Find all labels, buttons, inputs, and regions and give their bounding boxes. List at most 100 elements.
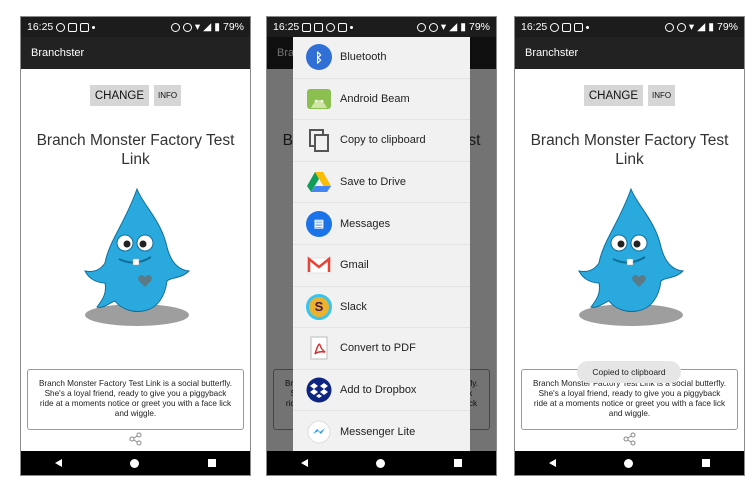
main-content: CHANGE INFO Branch Monster Factory Test … (515, 69, 744, 453)
share-target-label: Gmail (340, 259, 369, 272)
battery-percent: 79% (716, 21, 738, 33)
phone-screen-2: 16:25 ▾ ◢ ▮ 79% Branchster CHANGE INFO B… (266, 16, 497, 476)
share-target-add-to-dropbox[interactable]: Add to Dropbox (293, 370, 470, 412)
status-bar: 16:25 ▾ ◢ ▮ 79% (267, 17, 496, 37)
back-button[interactable] (301, 459, 309, 467)
phone-screen-1: 16:25 ▾ ◢ ▮ 79% Branchster CHANGE INFO B… (20, 16, 251, 476)
share-target-label: Slack (340, 300, 367, 313)
more-notifications-icon (350, 25, 354, 29)
share-target-save-to-drive[interactable]: Save to Drive (293, 162, 470, 204)
battery-percent: 79% (222, 21, 244, 33)
share-target-label: Convert to PDF (340, 342, 416, 355)
alarm-icon (416, 22, 426, 32)
dnd-icon (428, 22, 438, 32)
signal-icon: ◢ (203, 21, 212, 33)
mail-icon (314, 22, 324, 32)
back-button[interactable] (549, 459, 557, 467)
drive-icon (307, 172, 331, 193)
notification-icon (338, 22, 348, 32)
dnd-icon (676, 22, 686, 32)
status-bar: 16:25 ▾ ◢ ▮ 79% (21, 17, 250, 37)
nav-bar (267, 451, 496, 475)
status-time: 16:25 (521, 21, 548, 33)
app-title: Branchster (525, 47, 579, 59)
notification-icon (550, 22, 560, 32)
home-button[interactable] (130, 458, 140, 468)
bluetooth-icon: ᛒ (306, 44, 332, 71)
battery-icon: ▮ (214, 21, 220, 33)
home-button[interactable] (376, 458, 386, 468)
app-title: Branchster (31, 47, 85, 59)
pdf-icon (310, 336, 328, 360)
share-target-label: Bluetooth (340, 51, 387, 64)
alarm-icon (664, 22, 674, 32)
android-beam-icon (307, 88, 331, 109)
app-bar: Branchster (21, 37, 250, 69)
dnd-icon (182, 22, 192, 32)
info-button[interactable]: INFO (648, 85, 676, 106)
change-button[interactable]: CHANGE (89, 85, 150, 106)
nav-bar (21, 451, 250, 475)
monster-description: Branch Monster Factory Test Link is a so… (27, 369, 244, 430)
recents-button[interactable] (207, 459, 216, 467)
share-target-messages[interactable]: ▤ Messages (293, 203, 470, 245)
nav-bar (515, 451, 744, 475)
share-target-label: Copy to clipboard (340, 134, 426, 147)
share-target-label: Android Beam (340, 92, 410, 105)
toast-message: Copied to clipboard (577, 361, 681, 383)
share-target-gmail[interactable]: Gmail (293, 245, 470, 287)
home-button[interactable] (624, 458, 634, 468)
notification-icon (574, 22, 584, 32)
status-time: 16:25 (273, 21, 300, 33)
main-content: CHANGE INFO Branch Monster Factory Test … (21, 69, 250, 453)
recents-button[interactable] (701, 459, 710, 467)
wifi-icon: ▾ (688, 21, 695, 33)
battery-icon: ▮ (460, 21, 466, 33)
notification-icon (80, 22, 90, 32)
share-target-bluetooth[interactable]: ᛒ Bluetooth (293, 37, 470, 79)
signal-icon: ◢ (697, 21, 706, 33)
gmail-icon (307, 256, 331, 274)
share-sheet: ᛒ Bluetooth Android Beam Copy to clipboa… (293, 37, 470, 453)
monster-image (578, 188, 684, 327)
copy-icon (309, 129, 329, 153)
messenger-lite-icon (307, 420, 331, 444)
share-target-android-beam[interactable]: Android Beam (293, 79, 470, 121)
change-button[interactable]: CHANGE (583, 85, 644, 106)
share-target-messenger-lite[interactable]: Messenger Lite (293, 411, 470, 453)
image-icon (302, 22, 312, 32)
button-row: CHANGE INFO (515, 85, 744, 106)
button-row: CHANGE INFO (21, 85, 250, 106)
back-button[interactable] (55, 459, 63, 467)
notification-icon (56, 22, 66, 32)
share-icon[interactable] (623, 432, 637, 446)
battery-percent: 79% (468, 21, 490, 33)
share-target-slack[interactable]: S Slack (293, 287, 470, 329)
share-target-label: Messenger Lite (340, 425, 416, 438)
share-target-copy-to-clipboard[interactable]: Copy to clipboard (293, 120, 470, 162)
wifi-icon: ▾ (440, 21, 447, 33)
dropbox-icon (306, 377, 332, 403)
share-target-label: Add to Dropbox (340, 384, 417, 397)
app-bar: Branchster (515, 37, 744, 69)
notification-icon (326, 22, 336, 32)
info-button[interactable]: INFO (154, 85, 182, 106)
status-time: 16:25 (27, 21, 54, 33)
status-bar: 16:25 ▾ ◢ ▮ 79% (515, 17, 744, 37)
alarm-icon (170, 22, 180, 32)
mail-icon (562, 22, 572, 32)
share-icon[interactable] (129, 432, 143, 446)
monster-name: Branch Monster Factory Test Link (530, 132, 729, 168)
more-notifications-icon (92, 25, 96, 29)
monster-image (84, 188, 190, 327)
recents-button[interactable] (453, 459, 462, 467)
share-target-label: Save to Drive (340, 176, 407, 189)
slack-icon: S (306, 293, 332, 320)
wifi-icon: ▾ (194, 21, 201, 33)
messages-icon: ▤ (306, 210, 332, 237)
share-target-convert-to-pdf[interactable]: Convert to PDF (293, 328, 470, 370)
mail-icon (68, 22, 78, 32)
phone-screen-3: 16:25 ▾ ◢ ▮ 79% Branchster CHANGE INFO B… (514, 16, 745, 476)
monster-name: Branch Monster Factory Test Link (36, 132, 235, 168)
signal-icon: ◢ (449, 21, 458, 33)
